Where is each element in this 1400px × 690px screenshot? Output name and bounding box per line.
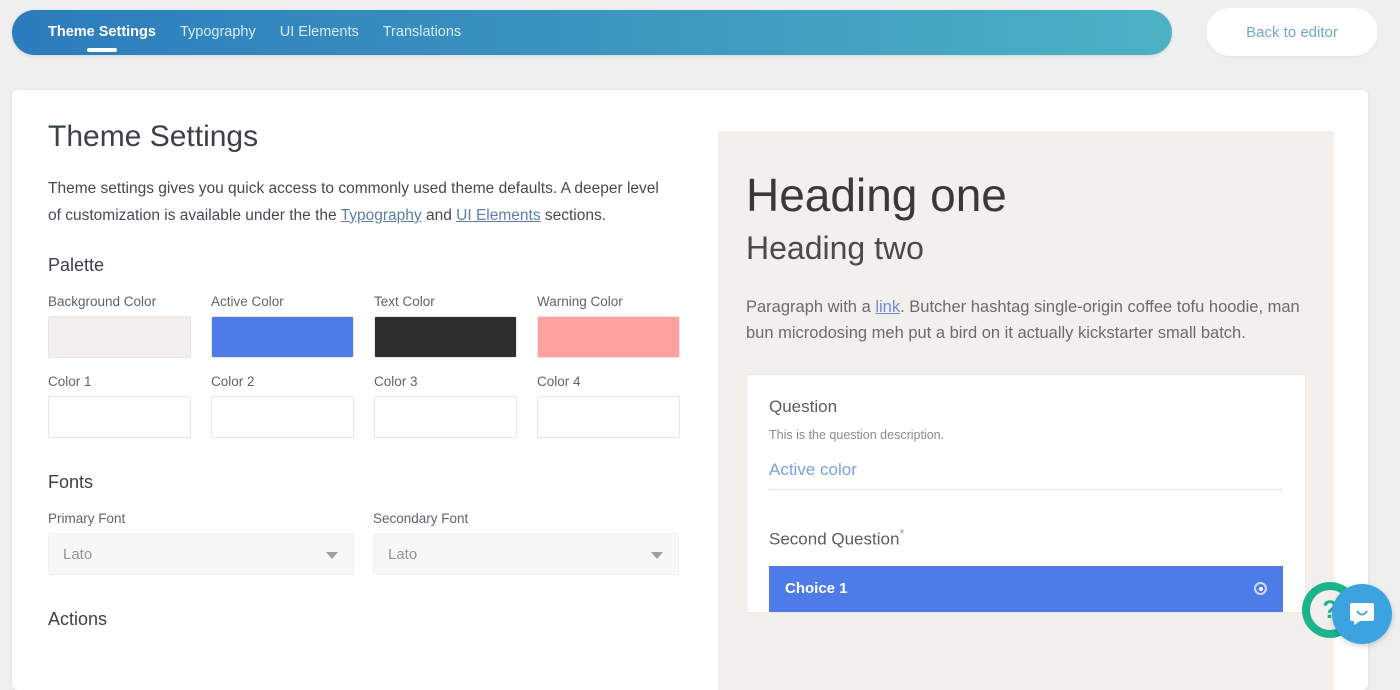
color-swatch-background[interactable] [48, 316, 191, 358]
swatch-color-2: Color 2 [211, 374, 354, 438]
chevron-down-icon [326, 552, 338, 559]
color-swatch-4[interactable] [537, 396, 680, 438]
preview-heading-one: Heading one [746, 171, 1306, 221]
intro-text-end: sections. [541, 207, 606, 224]
back-to-editor-button[interactable]: Back to editor [1206, 8, 1378, 56]
swatch-color-1: Color 1 [48, 374, 191, 438]
swatch-label: Warning Color [537, 294, 680, 309]
tab-bar: Theme Settings Typography UI Elements Tr… [12, 10, 1172, 55]
preview-question-card: Question This is the question descriptio… [746, 374, 1306, 613]
color-swatch-3[interactable] [374, 396, 517, 438]
tab-theme-settings[interactable]: Theme Settings [48, 24, 156, 42]
tab-translations[interactable]: Translations [383, 24, 461, 42]
preview-paragraph-pre: Paragraph with a [746, 298, 875, 316]
theme-preview-panel: Heading one Heading two Paragraph with a… [718, 131, 1334, 690]
swatch-label: Color 2 [211, 374, 354, 389]
primary-font-field: Primary Font Lato [48, 511, 354, 575]
secondary-font-value: Lato [388, 546, 417, 563]
secondary-font-label: Secondary Font [373, 511, 679, 526]
typography-link[interactable]: Typography [341, 207, 422, 224]
swatch-active-color: Active Color [211, 294, 354, 358]
swatch-label: Color 1 [48, 374, 191, 389]
main-card: Theme Settings Theme settings gives you … [12, 90, 1368, 690]
color-swatch-1[interactable] [48, 396, 191, 438]
choice-1-option[interactable]: Choice 1 [769, 566, 1283, 612]
chevron-down-icon [651, 552, 663, 559]
preview-heading-two: Heading two [746, 229, 1306, 267]
palette-grid: Background Color Active Color Text Color… [48, 294, 708, 438]
color-swatch-2[interactable] [211, 396, 354, 438]
intro-paragraph: Theme settings gives you quick access to… [48, 176, 673, 229]
preview-paragraph: Paragraph with a link. Butcher hashtag s… [746, 295, 1306, 346]
required-asterisk: * [899, 526, 904, 541]
secondary-font-select[interactable]: Lato [373, 533, 679, 575]
radio-selected-icon [1254, 582, 1267, 595]
primary-font-select[interactable]: Lato [48, 533, 354, 575]
palette-heading: Palette [48, 255, 708, 276]
second-question-title: Second Question* [769, 526, 1283, 550]
top-bar: Theme Settings Typography UI Elements Tr… [0, 0, 1400, 70]
question-title: Question [769, 397, 1283, 417]
swatch-label: Background Color [48, 294, 191, 309]
swatch-color-4: Color 4 [537, 374, 680, 438]
tab-ui-elements[interactable]: UI Elements [280, 24, 359, 42]
chat-launcher-button[interactable] [1332, 584, 1392, 644]
second-question-section: Second Question* Choice 1 [747, 506, 1305, 612]
primary-font-value: Lato [63, 546, 92, 563]
intro-text-mid: and [422, 207, 456, 224]
swatch-label: Text Color [374, 294, 517, 309]
swatch-label: Color 3 [374, 374, 517, 389]
fonts-heading: Fonts [48, 472, 708, 493]
swatch-label: Active Color [211, 294, 354, 309]
second-question-label: Second Question [769, 530, 899, 549]
preview-link[interactable]: link [875, 298, 900, 316]
ui-elements-link[interactable]: UI Elements [456, 207, 540, 224]
chat-bubble-icon [1347, 599, 1377, 629]
swatch-warning-color: Warning Color [537, 294, 680, 358]
swatch-color-3: Color 3 [374, 374, 517, 438]
actions-heading: Actions [48, 609, 708, 630]
tab-typography[interactable]: Typography [180, 24, 256, 42]
color-swatch-active[interactable] [211, 316, 354, 358]
color-swatch-warning[interactable] [537, 316, 680, 358]
swatch-text-color: Text Color [374, 294, 517, 358]
question-input[interactable]: Active color [769, 460, 1283, 490]
question-section: Question This is the question descriptio… [747, 375, 1305, 506]
fonts-row: Primary Font Lato Secondary Font Lato [48, 511, 708, 575]
page-title: Theme Settings [48, 120, 708, 154]
swatch-label: Color 4 [537, 374, 680, 389]
settings-column: Theme Settings Theme settings gives you … [48, 120, 708, 648]
secondary-font-field: Secondary Font Lato [373, 511, 679, 575]
choice-1-label: Choice 1 [785, 580, 848, 597]
swatch-background-color: Background Color [48, 294, 191, 358]
primary-font-label: Primary Font [48, 511, 354, 526]
color-swatch-text[interactable] [374, 316, 517, 358]
question-description: This is the question description. [769, 428, 1283, 442]
